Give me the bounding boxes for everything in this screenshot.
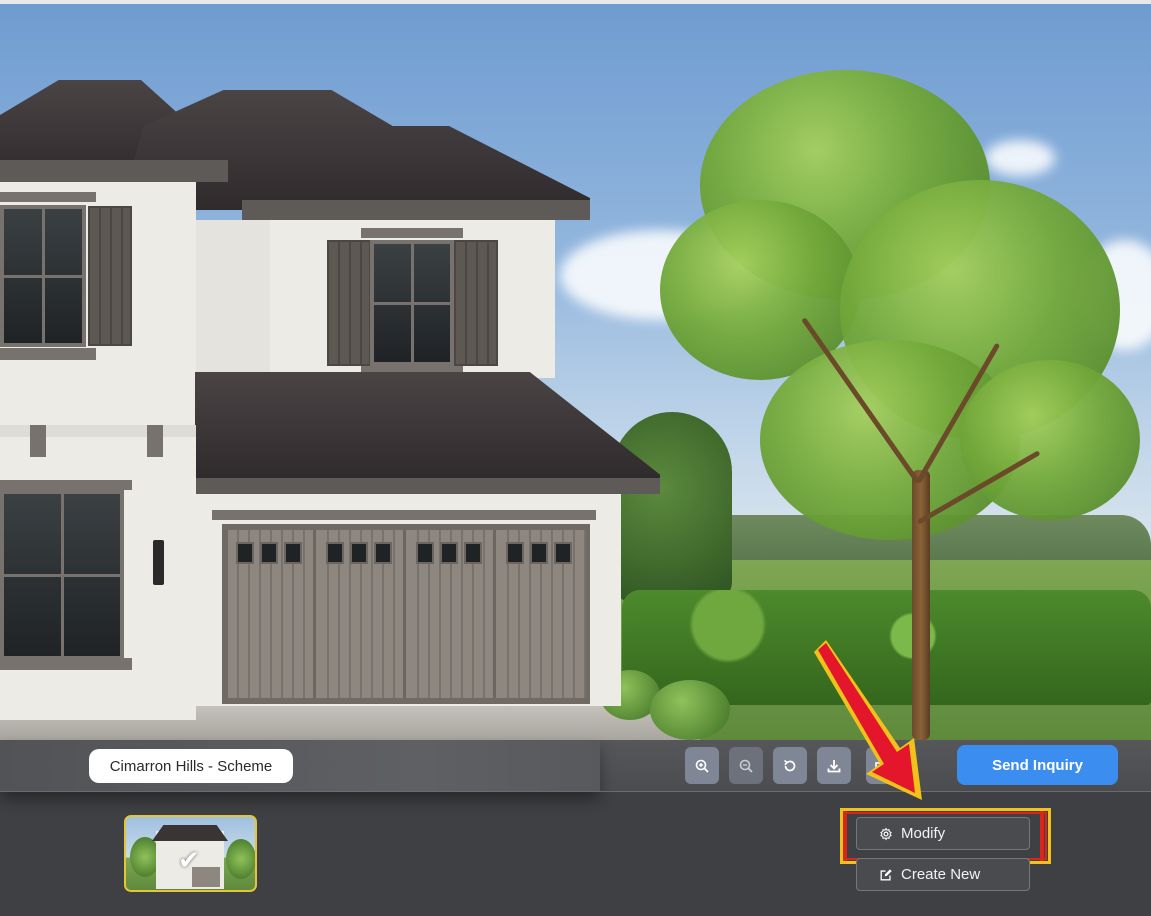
highlight-bar-right bbox=[1040, 811, 1044, 861]
fascia bbox=[242, 200, 590, 220]
shutter bbox=[88, 206, 132, 346]
house-render-image[interactable] bbox=[0, 0, 1151, 740]
app-root: Cimarron Hills - Scheme Send Inquiry ✔ M… bbox=[0, 0, 1151, 916]
window-sill bbox=[0, 658, 132, 670]
window-trim bbox=[0, 192, 96, 202]
send-inquiry-button[interactable]: Send Inquiry bbox=[957, 745, 1118, 785]
modify-button[interactable]: Modify bbox=[856, 817, 1030, 850]
panel-curve bbox=[460, 740, 610, 792]
thumbnail-tree bbox=[226, 839, 255, 879]
garage-fascia bbox=[184, 478, 660, 494]
zoom-in-button[interactable] bbox=[685, 747, 719, 784]
highlight-bar-left bbox=[843, 811, 847, 861]
reset-view-button[interactable] bbox=[773, 747, 807, 784]
garage-header bbox=[212, 510, 596, 520]
thumbnail-roof bbox=[152, 825, 228, 841]
tree-canopy bbox=[960, 360, 1140, 520]
check-icon: ✔ bbox=[178, 845, 200, 875]
modify-label: Modify bbox=[901, 825, 946, 842]
gear-icon bbox=[880, 827, 892, 840]
shrub bbox=[650, 680, 730, 740]
window-sill bbox=[0, 348, 96, 360]
evergreen-tree bbox=[612, 412, 732, 602]
toolbar-divider bbox=[0, 791, 1151, 792]
recessed-wall bbox=[196, 220, 271, 375]
garage-roof bbox=[195, 372, 660, 480]
garage-door bbox=[222, 524, 590, 704]
share-icon bbox=[875, 759, 887, 772]
share-button[interactable] bbox=[866, 747, 896, 784]
download-button[interactable] bbox=[817, 747, 851, 784]
zoom-out-icon bbox=[739, 759, 753, 773]
rotate-ccw-icon bbox=[784, 759, 796, 771]
edit-icon bbox=[880, 868, 892, 880]
corbel bbox=[147, 425, 163, 457]
create-new-button[interactable]: Create New bbox=[856, 858, 1030, 891]
top-border bbox=[0, 0, 1151, 4]
scheme-thumbnail-selected[interactable]: ✔ bbox=[124, 815, 257, 892]
zoom-out-button[interactable] bbox=[729, 747, 763, 784]
zoom-in-icon bbox=[695, 759, 709, 773]
scheme-name-label[interactable]: Cimarron Hills - Scheme bbox=[89, 749, 293, 783]
window-trim bbox=[361, 228, 463, 238]
upper-center-window bbox=[370, 240, 454, 366]
fascia bbox=[0, 160, 228, 182]
corbel bbox=[30, 425, 46, 457]
window-trim bbox=[0, 480, 132, 490]
upper-left-window bbox=[0, 205, 86, 347]
wall-lamp bbox=[153, 540, 164, 585]
cloud bbox=[985, 140, 1055, 176]
create-new-label: Create New bbox=[901, 866, 981, 883]
tree-trunk bbox=[912, 470, 930, 740]
lower-left-window bbox=[0, 490, 124, 660]
shutter bbox=[454, 240, 498, 366]
shutter bbox=[327, 240, 371, 366]
download-icon bbox=[827, 759, 841, 772]
